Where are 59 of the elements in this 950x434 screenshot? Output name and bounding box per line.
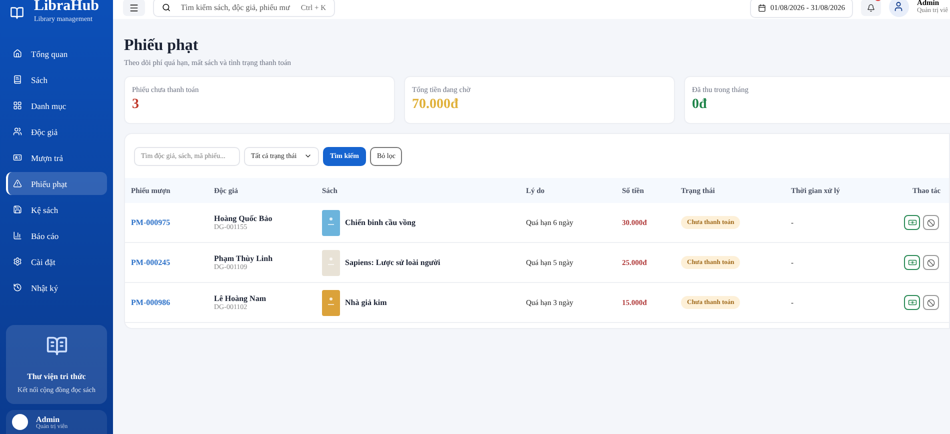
banknote-icon [908,298,916,307]
home-icon [13,49,22,58]
grid-icon [13,101,22,110]
bell-icon [866,4,875,12]
user-icon [893,1,904,12]
nav-item[interactable]: Nhật ký [6,276,107,299]
pay-button[interactable] [904,255,920,270]
book-icon [13,75,22,84]
menu-button[interactable] [123,0,145,16]
search-input[interactable]: Tìm kiếm sách, độc giả, phiếu mư [180,3,291,12]
warning-icon [13,179,22,188]
book-title: Sapiens: Lược sử loài người [345,258,440,267]
stat-value: 0đ [692,97,708,113]
banknote-icon [908,258,916,267]
stat-value: 3 [132,97,140,113]
id-card-icon [13,153,22,162]
book-icon [10,6,24,20]
nav-item[interactable]: Cài đặt [6,250,107,273]
save-icon [13,205,22,214]
user-name: Admin [36,414,61,424]
nav-item[interactable]: Danh mục [6,94,107,117]
banknote-icon [908,218,916,227]
users-icon [13,127,22,136]
search-icon [162,3,171,12]
loan-link[interactable]: PM-000245 [131,258,214,267]
avatar [12,414,28,430]
ban-icon [927,258,935,266]
nav-item[interactable]: Kệ sách [6,198,107,221]
nav-item[interactable]: Độc giả [6,120,107,143]
pay-button[interactable] [904,295,920,310]
chevron-down-icon [304,152,312,160]
reader-name: Phạm Thùy Linh [214,254,274,263]
ban-icon [927,218,935,226]
pay-button[interactable] [904,215,920,230]
reader-name: Hoàng Quốc Bảo [214,214,274,223]
notification-button[interactable] [860,0,881,16]
cancel-button[interactable] [923,215,939,230]
nav-item[interactable]: Tổng quan [6,42,107,65]
cancel-button[interactable] [923,295,939,310]
book-title: Chiến binh cầu vồng [345,218,416,227]
ban-icon [927,298,935,306]
promo-title: Thư viện tri thức [27,372,86,381]
reader-icon [46,335,68,357]
nav-item[interactable]: Mượn trả [6,146,107,169]
reader-name: Lê Hoàng Nam [214,294,267,303]
cancel-button[interactable] [923,255,939,270]
nav-item[interactable]: Sách [6,68,107,91]
history-icon [13,283,22,292]
nav-item[interactable]: Báo cáo [6,224,107,247]
page-title: Phiếu phạt [124,37,200,55]
loan-link[interactable]: PM-000975 [131,218,214,227]
chart-icon [13,231,22,240]
calendar-icon [758,4,766,12]
book-title: Nhà giả kim [345,298,387,307]
loan-link[interactable]: PM-000986 [131,298,214,307]
settings-icon [13,257,22,266]
stat-value: 70.000đ [412,97,460,113]
nav-item[interactable]: Phiếu phạt [6,172,107,195]
menu-icon [129,2,139,12]
